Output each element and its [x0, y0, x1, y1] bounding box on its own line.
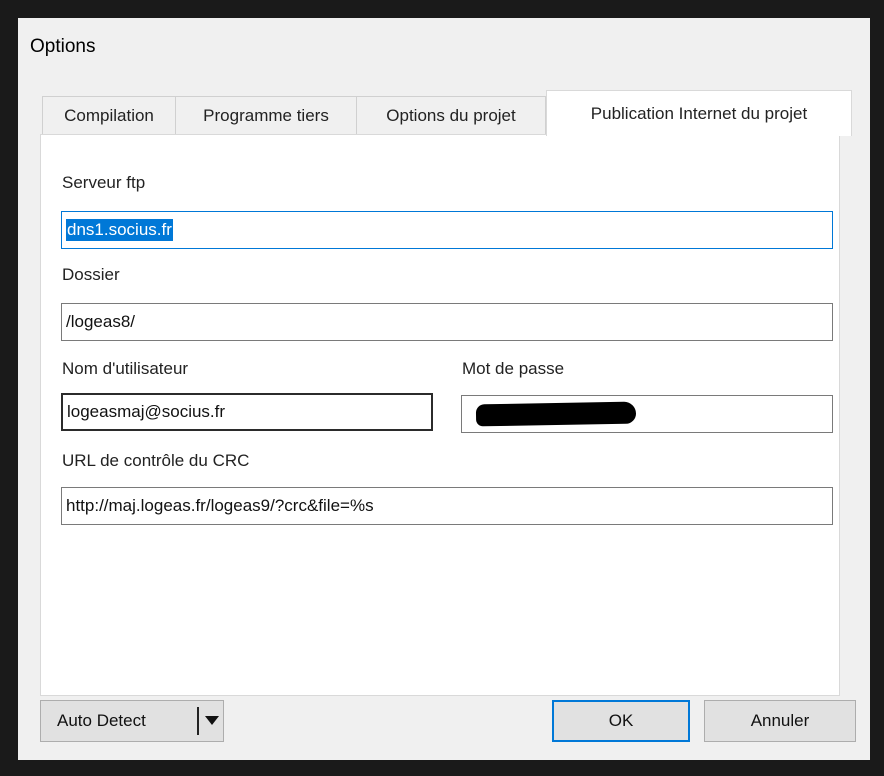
- ok-button[interactable]: OK: [552, 700, 690, 742]
- password-label: Mot de passe: [462, 359, 565, 378]
- auto-detect-label: Auto Detect: [57, 711, 146, 730]
- auto-detect-split-button[interactable]: Auto Detect: [40, 700, 224, 742]
- tab-programme-tiers[interactable]: Programme tiers: [175, 96, 357, 134]
- crc-url-input[interactable]: http://maj.logeas.fr/logeas9/?crc&file=%…: [61, 487, 833, 525]
- chevron-down-icon[interactable]: [205, 716, 219, 725]
- options-dialog: Options Compilation Programme tiers Opti…: [18, 18, 870, 760]
- username-input[interactable]: logeasmaj@socius.fr: [61, 393, 433, 431]
- folder-label: Dossier: [62, 265, 120, 284]
- window-title: Options: [30, 36, 96, 57]
- username-label: Nom d'utilisateur: [62, 359, 189, 378]
- tab-panel-publication: Serveur ftp dns1.socius.fr Dossier /loge…: [40, 134, 840, 696]
- tab-options-du-projet[interactable]: Options du projet: [356, 96, 546, 134]
- crc-url-label: URL de contrôle du CRC: [62, 451, 250, 470]
- ftp-server-label: Serveur ftp: [62, 173, 146, 192]
- redacted-password-mark: [475, 401, 637, 427]
- split-separator: [197, 707, 199, 735]
- cancel-button[interactable]: Annuler: [704, 700, 856, 742]
- tab-compilation[interactable]: Compilation: [42, 96, 176, 134]
- ftp-server-value: dns1.socius.fr: [66, 219, 173, 241]
- ftp-server-input[interactable]: dns1.socius.fr: [61, 211, 833, 249]
- tab-publication-internet[interactable]: Publication Internet du projet: [546, 90, 852, 136]
- password-input[interactable]: [461, 395, 833, 433]
- folder-input[interactable]: /logeas8/: [61, 303, 833, 341]
